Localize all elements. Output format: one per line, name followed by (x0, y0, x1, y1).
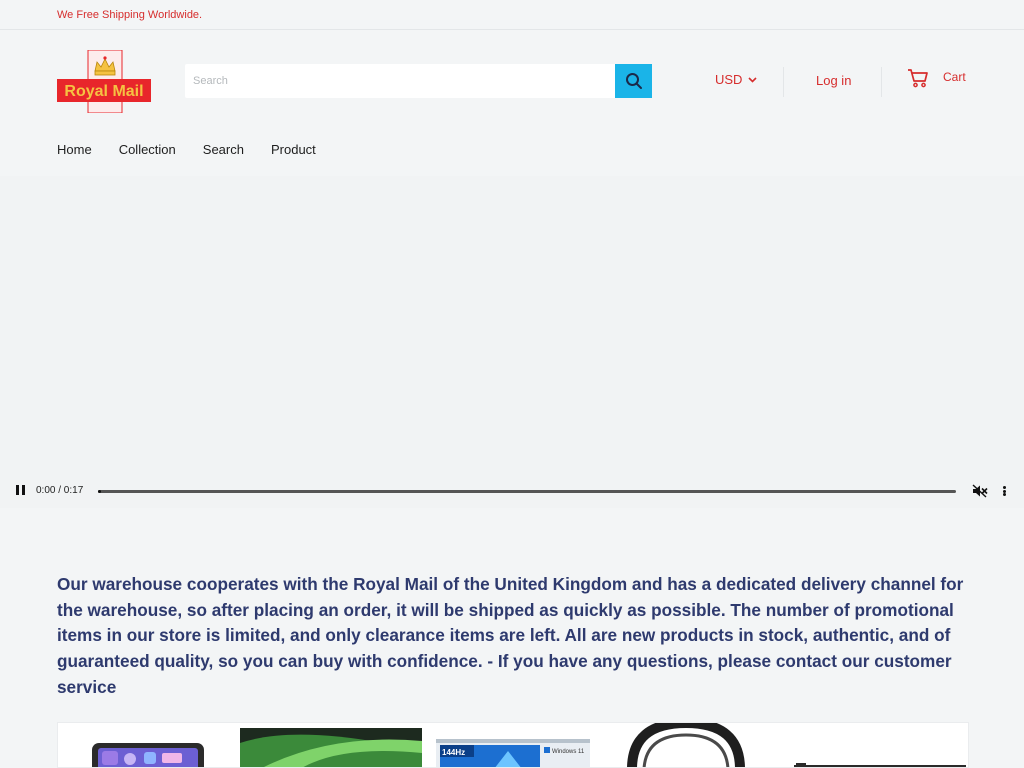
hero-video[interactable] (0, 176, 1024, 508)
more-dot-icon (1002, 486, 1006, 489)
mute-icon[interactable] (972, 484, 988, 498)
tablet-image (92, 743, 204, 767)
monitor-os-label: Windows 11 (552, 749, 585, 755)
cart-icon (908, 69, 928, 88)
monitor-box-image: 144Hz Windows 11 (436, 739, 590, 767)
product-card-laptop[interactable] (240, 723, 422, 767)
search-form (185, 64, 652, 98)
logo-text: Royal Mail (64, 83, 143, 100)
nav-item-home[interactable]: Home (57, 142, 92, 157)
pause-button[interactable] (14, 485, 26, 497)
royal-mail-logo[interactable]: Royal Mail (57, 50, 151, 113)
nav-item-product[interactable]: Product (271, 142, 316, 157)
more-options-button[interactable] (998, 484, 1010, 498)
headphones-image (627, 723, 745, 767)
monitor-refresh-label: 144Hz (442, 748, 465, 757)
nav-item-search[interactable]: Search (203, 142, 244, 157)
currency-selector[interactable]: USD (715, 72, 758, 87)
laptop-image (240, 728, 422, 767)
search-icon (625, 73, 642, 89)
product-card-tablet[interactable] (58, 723, 238, 767)
pause-icon (21, 485, 25, 495)
login-link[interactable]: Log in (816, 73, 851, 88)
more-dot-icon (1002, 493, 1006, 496)
announcement-bar: We Free Shipping Worldwide. (0, 0, 1024, 30)
chevron-down-icon (748, 76, 758, 83)
header-divider (783, 67, 784, 97)
search-button[interactable] (615, 64, 652, 98)
cart-label: Cart (943, 70, 966, 84)
nav-item-collection[interactable]: Collection (119, 142, 176, 157)
header-divider (881, 67, 882, 97)
product-card-headphones[interactable] (606, 723, 788, 767)
video-progress-fill (98, 490, 102, 493)
intro-text: Our warehouse cooperates with the Royal … (57, 574, 964, 697)
video-progress-bar[interactable] (98, 490, 956, 493)
main-nav: Home Collection Search Product (57, 142, 316, 157)
cart-link[interactable]: Cart (907, 68, 966, 88)
currency-label: USD (715, 72, 743, 87)
product-card-monitor[interactable]: 144Hz Windows 11 (424, 723, 604, 767)
video-controls: 0:00 / 0:17 (0, 480, 1024, 502)
search-input[interactable] (185, 64, 615, 98)
video-time: 0:00 / 0:17 (36, 485, 84, 496)
pause-icon (15, 485, 19, 495)
product-card-display[interactable] (790, 723, 968, 767)
display-image (794, 763, 966, 767)
product-strip: 144Hz Windows 11 (57, 722, 969, 768)
announcement-text: We Free Shipping Worldwide. (57, 8, 203, 21)
site-header: Royal Mail USD Log in Cart (0, 31, 1024, 127)
